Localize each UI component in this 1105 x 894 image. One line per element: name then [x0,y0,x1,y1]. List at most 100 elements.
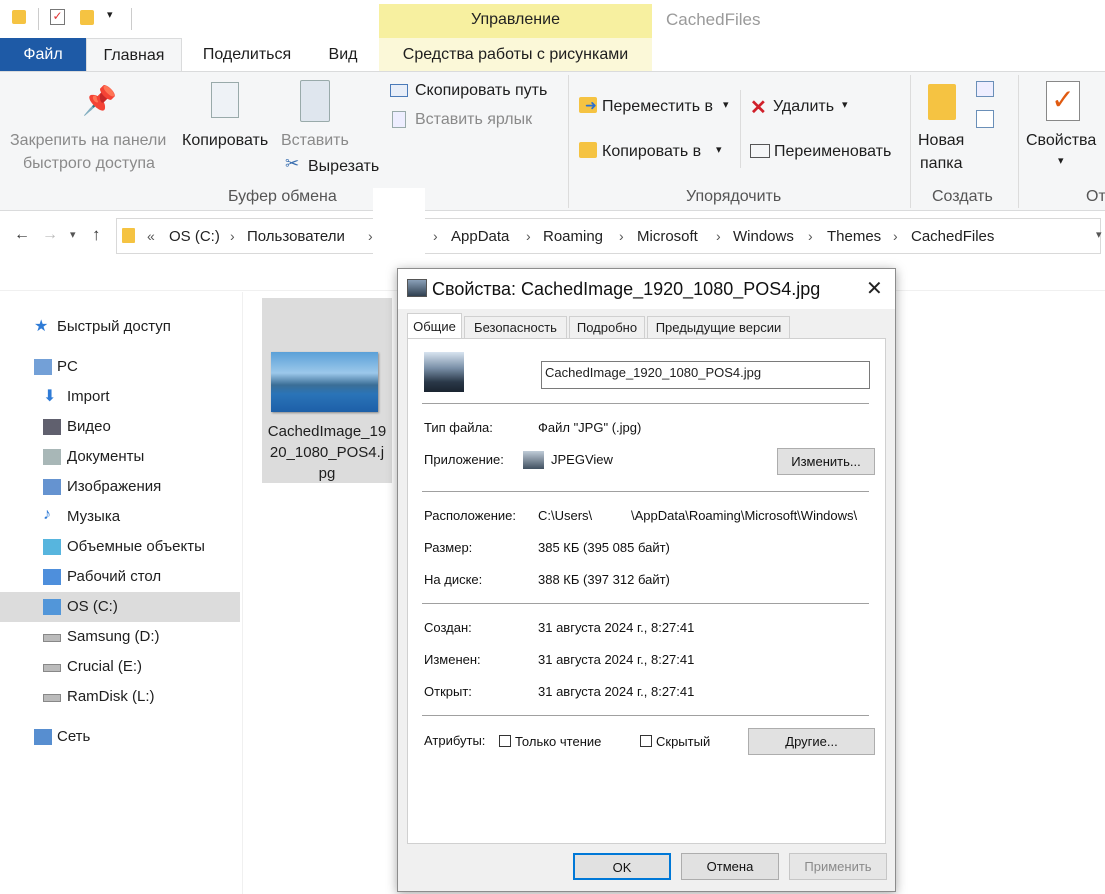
location-value-end: \AppData\Roaming\Microsoft\Windows\ [631,508,858,523]
dialog-title: Свойства: CachedImage_1920_1080_POS4.jpg [432,279,821,299]
divider [422,715,869,716]
pane-divider[interactable] [242,292,243,894]
close-icon[interactable]: ✕ [866,276,883,301]
sidebar-item-label: Crucial (E:) [67,658,143,675]
paste-button[interactable]: Вставить [281,132,349,150]
sidebar-item[interactable]: Сеть [0,722,240,752]
paste-shortcut-button[interactable]: Вставить ярлык [415,111,532,129]
accessed-label: Открыт: [424,684,472,699]
group-label-create: Создать [932,188,993,205]
divider [131,8,132,30]
forward-arrow-icon[interactable]: → [42,226,58,244]
tab-general[interactable]: Общие [407,313,462,339]
sidebar-item[interactable]: Документы [0,442,240,472]
properties-check-icon[interactable]: ✓ [50,9,65,25]
new-folder-icon[interactable] [80,10,94,25]
chevron-right-icon[interactable]: › [619,228,624,244]
tab-picture-tools[interactable]: Средства работы с рисунками [379,38,652,71]
clipboard-paste-icon[interactable] [300,80,330,122]
sidebar-item[interactable]: ⬇ Import [0,382,240,412]
sidebar-item-label: Сеть [57,728,91,745]
ok-button[interactable]: OK [573,853,671,880]
tab-view[interactable]: Вид [310,38,376,71]
tab-home[interactable]: Главная [86,38,182,72]
sidebar-item[interactable]: Samsung (D:) [0,622,240,652]
chevron-right-icon[interactable]: › [433,228,438,244]
copy-path-button[interactable]: Скопировать путь [415,82,547,100]
readonly-checkbox[interactable] [499,735,511,747]
folder-icon[interactable] [12,10,26,24]
modified-value: 31 августа 2024 г., 8:27:41 [538,652,695,667]
crumb-appdata[interactable]: AppData [451,228,509,245]
apply-button[interactable]: Применить [789,853,887,880]
new-folder-large-icon[interactable] [928,84,956,120]
file-thumbnail[interactable] [271,352,378,412]
file-name[interactable]: CachedImage_1920_1080_POS4.jpg [266,421,388,484]
sidebar-item[interactable]: OS (C:) [0,592,240,622]
delete-dropdown-icon[interactable]: ▾ [842,98,848,111]
sidebar-item[interactable]: Рабочий стол [0,562,240,592]
recent-locations-chevron-icon[interactable]: ▾ [70,228,76,241]
divider [422,603,869,604]
copy-button[interactable]: Копировать [182,132,268,150]
change-button[interactable]: Изменить... [777,448,875,475]
sidebar-item[interactable]: PC [0,352,240,382]
crumb-users[interactable]: Пользователи [247,228,345,245]
crumb-windows[interactable]: Windows [733,228,794,245]
sidebar-item[interactable]: Объемные объекты [0,532,240,562]
sidebar-item-label: Import [67,388,110,405]
sidebar-item[interactable]: Crucial (E:) [0,652,240,682]
crumb-themes[interactable]: Themes [827,228,881,245]
sidebar-item[interactable]: RamDisk (L:) [0,682,240,712]
readonly-checkbox-label[interactable]: Только чтение [515,734,601,749]
chevron-right-icon[interactable]: › [230,228,235,244]
tab-security[interactable]: Безопасность [464,316,567,338]
crumb-os-c[interactable]: OS (C:) [169,228,220,245]
chevron-right-icon[interactable]: › [716,228,721,244]
up-arrow-icon[interactable]: ↑ [92,225,101,245]
cancel-button[interactable]: Отмена [681,853,779,880]
address-history-chevron-icon[interactable]: ▾ [1096,228,1102,241]
delete-button[interactable]: Удалить [773,98,834,116]
advanced-button[interactable]: Другие... [748,728,875,755]
properties-button[interactable]: Свойства [1026,132,1096,150]
sidebar-item[interactable]: Изображения [0,472,240,502]
chevron-right-icon[interactable]: › [526,228,531,244]
tab-previous-versions[interactable]: Предыдущие версии [647,316,790,338]
move-to-button[interactable]: Переместить в [602,98,713,116]
chevron-right-icon[interactable]: › [893,228,898,244]
copy-to-dropdown-icon[interactable]: ▾ [716,143,722,156]
copy-icon[interactable] [211,82,239,118]
tab-share[interactable]: Поделиться [186,38,308,71]
properties-dropdown-icon[interactable]: ▾ [1058,154,1064,167]
back-arrow-icon[interactable]: ← [14,226,30,244]
new-item-icon[interactable] [976,81,994,97]
overflow-chevron-icon[interactable]: « [147,228,155,244]
customize-toolbar-chevron-icon[interactable]: ▾ [107,8,113,21]
tab-file[interactable]: Файл [0,38,86,71]
sidebar-item-label: PC [57,358,78,375]
sidebar-item[interactable]: ★ Быстрый доступ [0,312,240,342]
sidebar-item[interactable]: Видео [0,412,240,442]
sidebar-item-label: Документы [67,448,145,465]
scissors-icon: ✂ [285,154,300,173]
hidden-checkbox[interactable] [640,735,652,747]
properties-large-icon[interactable]: ✓ [1046,81,1080,121]
crumb-microsoft[interactable]: Microsoft [637,228,698,245]
divider [38,8,39,30]
crumb-roaming[interactable]: Roaming [543,228,603,245]
tab-details[interactable]: Подробно [569,316,645,338]
new-folder-label-line2[interactable]: папка [920,155,962,173]
new-folder-label-line1[interactable]: Новая [918,132,964,150]
sidebar-item[interactable]: ♪ Музыка [0,502,240,532]
cut-button[interactable]: Вырезать [308,158,379,176]
rename-button[interactable]: Переименовать [774,143,891,161]
easy-access-icon[interactable] [976,110,994,128]
copy-to-button[interactable]: Копировать в [602,143,701,161]
move-to-dropdown-icon[interactable]: ▾ [723,98,729,111]
network-icon [34,729,52,745]
crumb-cachedfiles[interactable]: CachedFiles [911,228,994,245]
chevron-right-icon[interactable]: › [368,228,373,244]
hidden-checkbox-label[interactable]: Скрытый [656,734,710,749]
chevron-right-icon[interactable]: › [808,228,813,244]
